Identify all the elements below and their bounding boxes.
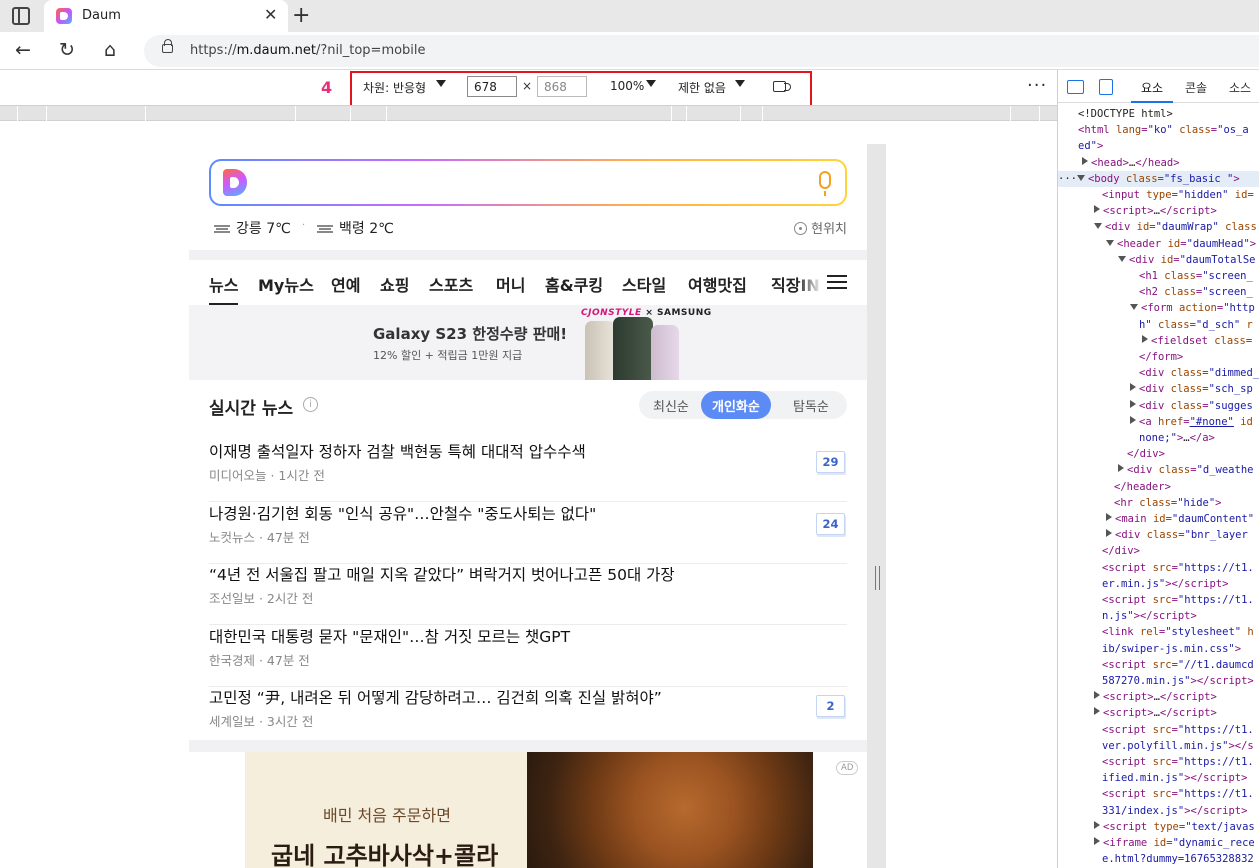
news-item[interactable]: 이재명 출석일자 정하자 검찰 백현동 특혜 대대적 압수수색 미디어오늘 · …: [209, 440, 847, 502]
ad-line-2: 굽네 고추바사삭+콜라: [271, 842, 499, 868]
comment-count-badge[interactable]: 24: [816, 513, 845, 535]
close-tab-icon[interactable]: ✕: [264, 5, 277, 24]
info-icon[interactable]: i: [303, 397, 318, 412]
news-headline[interactable]: 고민정 “尹, 내려온 뒤 어떻게 감당하려고… 김건희 의혹 진실 밝혀야”: [209, 686, 662, 708]
tab-home-cooking[interactable]: 홈&쿠킹: [545, 272, 603, 296]
inspect-element-icon[interactable]: [1067, 80, 1084, 94]
sort-toggle: 최신순 개인화순 탐독순: [639, 391, 847, 419]
phone-image: [651, 325, 679, 385]
weather-city-1[interactable]: 강릉 7℃: [214, 218, 291, 238]
devtools-panel: 요소 콘솔 소스 <!DOCTYPE html> <html lang="ko"…: [1058, 70, 1259, 868]
chevron-down-icon[interactable]: [646, 80, 656, 87]
weather-separator: ·: [302, 220, 306, 231]
news-meta: 노컷뉴스 · 47분 전: [209, 530, 310, 545]
viewport-scrollbar[interactable]: [867, 144, 886, 868]
banner-subtitle: 12% 할인 + 적립금 1만원 지급: [373, 349, 523, 362]
promo-banner[interactable]: Galaxy S23 한정수량 판매! 12% 할인 + 적립금 1만원 지급 …: [189, 305, 867, 385]
haze-icon: [317, 225, 333, 233]
news-item[interactable]: 대한민국 대통령 묻자 "문재인"…참 거짓 모르는 챗GPT 한국경제 · 4…: [209, 625, 847, 687]
device-toolbar: 4 차원: 반응형 678 × 868 100% 제한 없음 ···: [0, 71, 1057, 120]
news-meta: 세계일보 · 3시간 전: [209, 714, 314, 729]
tab-title: Daum: [82, 8, 121, 23]
daum-logo-icon: [223, 169, 247, 196]
category-tabs: 뉴스 My뉴스 연예 쇼핑 스포츠 머니 홈&쿠킹 스타일 여행맛집 직장IN: [189, 260, 867, 306]
sort-latest[interactable]: 최신순: [653, 396, 689, 415]
browser-tab[interactable]: Daum ✕: [44, 0, 288, 32]
tab-actions-icon[interactable]: [12, 7, 30, 25]
location-icon: [794, 222, 808, 235]
tab-style[interactable]: 스타일: [622, 272, 666, 296]
tab-elements[interactable]: 요소: [1130, 79, 1174, 103]
daum-page: 강릉 7℃ · 백령 2℃ 현위치 뉴스 My뉴스 연예 쇼핑 스포츠 머니 홈…: [189, 144, 867, 868]
tab-shopping[interactable]: 쇼핑: [380, 272, 409, 296]
news-headline[interactable]: “4년 전 서울집 팔고 매일 지옥 같았다” 벼락거지 벗어나고픈 50대 가…: [209, 563, 675, 585]
section-title: 실시간 뉴스: [209, 399, 294, 419]
width-input[interactable]: 678: [467, 76, 517, 97]
sort-personalized[interactable]: 개인화순: [701, 391, 771, 419]
address-bar[interactable]: https://m.daum.net/?nil_top=mobile: [144, 35, 1259, 67]
phone-image: [585, 321, 615, 381]
throttle-select[interactable]: 제한 없음: [678, 79, 726, 96]
search-box[interactable]: [209, 159, 847, 206]
zoom-select[interactable]: 100%: [610, 79, 644, 93]
tab-money[interactable]: 머니: [496, 272, 525, 296]
tab-sports[interactable]: 스포츠: [429, 272, 473, 296]
search-input[interactable]: [211, 161, 845, 204]
sort-explore[interactable]: 탐독순: [793, 396, 829, 415]
rotate-icon[interactable]: [773, 81, 791, 92]
header-section: 강릉 7℃ · 백령 2℃ 현위치: [189, 144, 867, 250]
dimension-select[interactable]: 차원: 반응형: [363, 79, 426, 96]
news-item[interactable]: 고민정 “尹, 내려온 뒤 어떻게 감당하려고… 김건희 의혹 진실 밝혀야” …: [209, 686, 847, 748]
banner-title: Galaxy S23 한정수량 판매!: [373, 325, 568, 343]
ad-label: AD: [836, 761, 859, 775]
news-item[interactable]: 나경원·김기현 회동 "인식 공유"…안철수 "중도사퇴는 없다" 노컷뉴스 ·…: [209, 502, 847, 564]
news-headline[interactable]: 대한민국 대통령 묻자 "문재인"…참 거짓 모르는 챗GPT: [209, 625, 570, 647]
comment-count-badge[interactable]: 29: [816, 451, 845, 473]
media-query-ruler[interactable]: [0, 105, 1057, 121]
url-text: https://m.daum.net/?nil_top=mobile: [190, 43, 426, 58]
news-headline[interactable]: 나경원·김기현 회동 "인식 공유"…안철수 "중도사퇴는 없다": [209, 502, 596, 524]
my-location-button[interactable]: 현위치: [794, 218, 847, 237]
more-options-icon[interactable]: ···: [1027, 75, 1047, 96]
ad-line-1: 배민 처음 주문하면: [323, 806, 451, 825]
news-meta: 조선일보 · 2시간 전: [209, 591, 314, 606]
daum-favicon-icon: [56, 8, 72, 24]
haze-icon: [214, 225, 230, 233]
weather-city-2[interactable]: 백령 2℃: [317, 218, 394, 238]
new-tab-icon[interactable]: +: [292, 3, 310, 28]
menu-icon[interactable]: [827, 275, 847, 289]
resize-handle[interactable]: [875, 566, 880, 590]
news-meta: 미디어오늘 · 1시간 전: [209, 468, 325, 483]
fried-chicken-image: [527, 752, 813, 868]
tab-console[interactable]: 콘솔: [1185, 79, 1207, 96]
tab-strip: Daum ✕ +: [0, 0, 1259, 32]
ad-banner[interactable]: 배민 처음 주문하면 굽네 고추바사삭+콜라 AD: [189, 752, 867, 868]
news-item[interactable]: “4년 전 서울집 팔고 매일 지옥 같았다” 벼락거지 벗어나고픈 50대 가…: [209, 563, 847, 625]
home-icon[interactable]: ⌂: [104, 39, 116, 61]
tab-entertainment[interactable]: 연예: [331, 272, 360, 296]
ad-text-panel: 배민 처음 주문하면 굽네 고추바사삭+콜라: [245, 752, 529, 868]
chevron-down-icon[interactable]: [735, 80, 745, 87]
tab-travel-food[interactable]: 여행맛집: [688, 272, 747, 296]
step-number: 4: [321, 78, 333, 97]
chevron-down-icon[interactable]: [436, 80, 446, 87]
mic-icon[interactable]: [819, 171, 831, 196]
back-icon[interactable]: ←: [15, 39, 31, 61]
news-headline[interactable]: 이재명 출석일자 정하자 검찰 백현동 특혜 대대적 압수수색: [209, 440, 586, 462]
browser-toolbar: ← ↻ ⌂ https://m.daum.net/?nil_top=mobile: [0, 32, 1259, 70]
devtools-tabs: 요소 콘솔 소스: [1058, 70, 1259, 103]
height-input[interactable]: 868: [537, 76, 587, 97]
comment-count-badge[interactable]: 2: [816, 695, 845, 717]
news-meta: 한국경제 · 47분 전: [209, 653, 310, 668]
phone-image: [613, 317, 653, 381]
lock-icon[interactable]: [162, 39, 173, 53]
tab-my-news[interactable]: My뉴스: [258, 272, 314, 296]
tab-news[interactable]: 뉴스: [209, 272, 239, 305]
device-toolbar-icon[interactable]: [1099, 79, 1113, 95]
refresh-icon[interactable]: ↻: [59, 39, 75, 61]
tab-sources[interactable]: 소스: [1229, 79, 1251, 96]
times-sign: ×: [522, 79, 533, 93]
